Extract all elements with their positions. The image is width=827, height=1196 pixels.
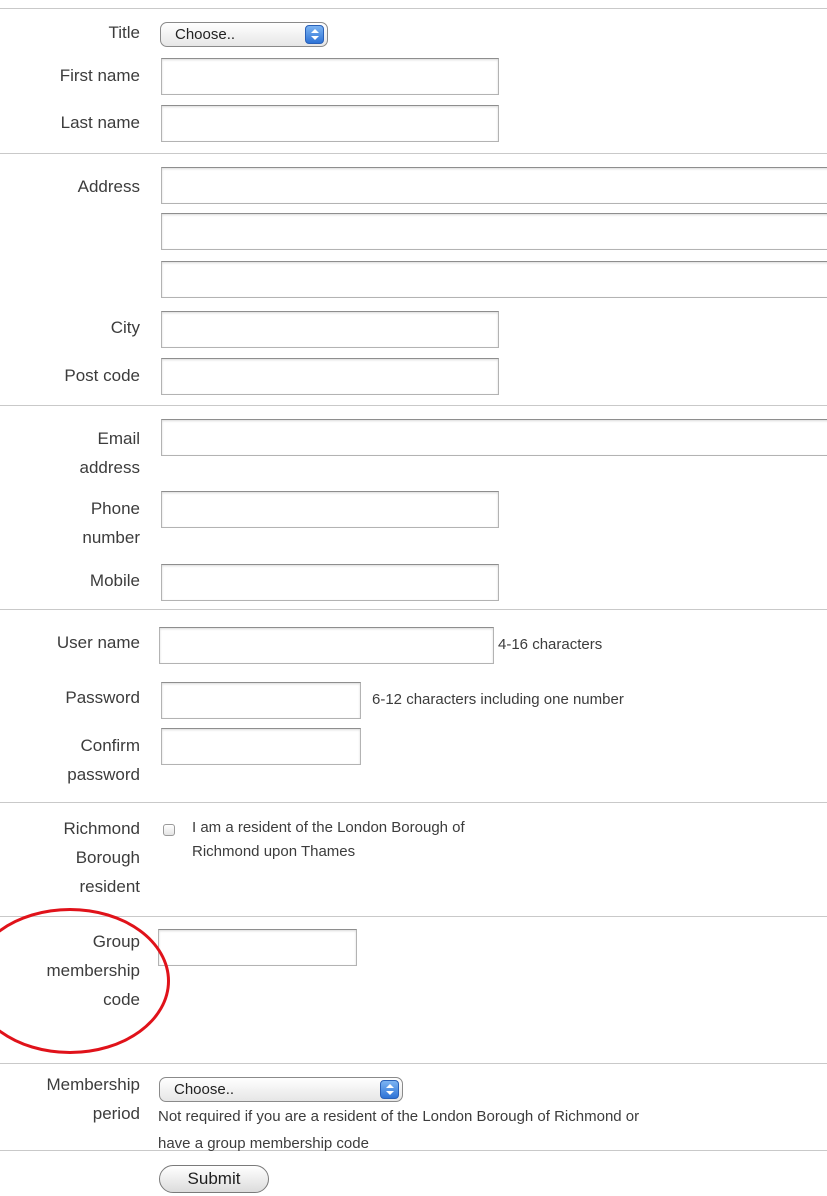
email-label: Email address (80, 426, 140, 480)
section-divider (0, 609, 827, 610)
resident-label-line1: Richmond (63, 819, 140, 838)
title-select[interactable]: Choose.. (160, 22, 328, 47)
membership-period-label-line2: period (92, 1104, 140, 1123)
section-divider (0, 1063, 827, 1064)
membership-period-note-line2: have a group membership code (158, 1135, 369, 1152)
address-label: Address (77, 177, 140, 196)
confirm-password-label-line1: Confirm (80, 736, 140, 755)
last-name-label: Last name (60, 113, 140, 132)
password-label: Password (65, 688, 140, 707)
resident-checkbox-text-line2: Richmond upon Thames (192, 843, 356, 860)
address-line3-input[interactable] (161, 261, 827, 298)
membership-period-label: Membership period (46, 1072, 140, 1126)
resident-label-line2: Borough (75, 848, 140, 867)
phone-input[interactable] (161, 491, 499, 528)
mobile-label: Mobile (89, 571, 140, 590)
resident-checkbox-text-line1: I am a resident of the London Borough of (192, 819, 465, 836)
section-divider (0, 153, 827, 154)
email-label-line1: Email (97, 429, 140, 448)
resident-label: Richmond Borough resident (63, 816, 140, 899)
mobile-input[interactable] (161, 564, 499, 601)
password-input[interactable] (161, 682, 361, 719)
resident-checkbox[interactable] (163, 824, 175, 836)
membership-period-note-line1: Not required if you are a resident of th… (158, 1108, 640, 1125)
section-divider (0, 405, 827, 406)
user-name-hint: 4-16 characters (498, 636, 603, 653)
title-select-value: Choose.. (175, 26, 236, 43)
membership-period-label-line1: Membership (46, 1075, 140, 1094)
membership-period-note: Not required if you are a resident of th… (158, 1103, 639, 1157)
highlight-circle (0, 908, 170, 1054)
confirm-password-input[interactable] (161, 728, 361, 765)
phone-label: Phone number (82, 496, 140, 550)
resident-checkbox-text: I am a resident of the London Borough of… (192, 816, 465, 864)
phone-label-line2: number (82, 528, 140, 547)
email-input[interactable] (161, 419, 827, 456)
resident-label-line3: resident (79, 877, 140, 896)
post-code-label: Post code (64, 366, 140, 385)
chevron-updown-icon (380, 1080, 399, 1099)
address-line1-input[interactable] (161, 167, 827, 204)
phone-label-line1: Phone (90, 499, 140, 518)
city-label: City (110, 318, 140, 337)
user-name-input[interactable] (159, 627, 494, 664)
group-code-input[interactable] (158, 929, 357, 966)
submit-button[interactable]: Submit (159, 1165, 269, 1193)
chevron-updown-icon (305, 25, 324, 44)
city-input[interactable] (161, 311, 499, 348)
user-name-label: User name (56, 633, 140, 652)
first-name-input[interactable] (161, 58, 499, 95)
confirm-password-label: Confirm password (67, 733, 140, 787)
section-divider (0, 802, 827, 803)
confirm-password-label-line2: password (67, 765, 140, 784)
password-hint: 6-12 characters including one number (372, 691, 624, 708)
section-divider (0, 8, 827, 9)
last-name-input[interactable] (161, 105, 499, 142)
membership-period-select-value: Choose.. (174, 1081, 235, 1098)
address-line2-input[interactable] (161, 213, 827, 250)
post-code-input[interactable] (161, 358, 499, 395)
section-divider (0, 916, 827, 917)
first-name-label: First name (59, 66, 140, 85)
membership-period-select[interactable]: Choose.. (159, 1077, 403, 1102)
email-label-line2: address (79, 458, 140, 477)
title-label: Title (108, 23, 141, 42)
